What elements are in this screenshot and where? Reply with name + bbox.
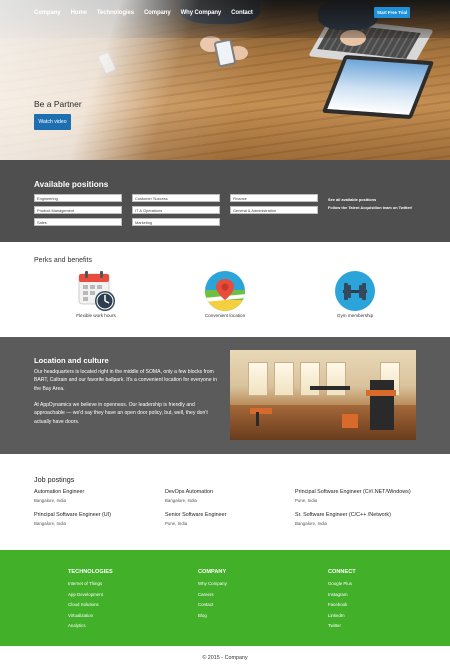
footer-link[interactable]: Blog <box>198 611 227 622</box>
nav-link-company-logo[interactable]: Company <box>34 10 61 16</box>
footer-column-company: COMPANY Why Company Careers Contact Blog <box>198 569 227 621</box>
job-location: Bangalore, India <box>165 498 197 503</box>
job-title[interactable]: Senior Software Engineer <box>165 512 295 518</box>
perk-label-gym-membership: Gym membership <box>336 313 374 318</box>
hero-title: Be a Partner <box>34 99 82 109</box>
position-finance[interactable]: Finance <box>230 194 318 202</box>
window <box>300 362 320 396</box>
footer-column-technologies: TECHNOLOGIES Internet of Things App Deve… <box>68 569 113 632</box>
footer-link[interactable]: Internet of Things <box>68 579 113 590</box>
location-paragraph-1: Our headquarters is located right in the… <box>34 369 217 392</box>
gym-equipment <box>342 414 358 428</box>
footer-link[interactable]: Contact <box>198 600 227 611</box>
gym-machine-seat <box>366 390 396 396</box>
watch-video-button[interactable]: Watch video <box>34 114 71 130</box>
job-location: Bangalore, India <box>34 498 66 503</box>
location-paragraph-2: At AppDynamics we believe in openness. O… <box>34 402 208 425</box>
job-posting[interactable]: Sr. Software Engineer (C/C++ /Network) B… <box>295 512 425 526</box>
nav-link-technologies[interactable]: Technologies <box>97 10 134 16</box>
footer-link[interactable]: Twitter <box>328 621 356 632</box>
footer: TECHNOLOGIES Internet of Things App Deve… <box>0 550 450 646</box>
window <box>326 362 346 396</box>
job-title[interactable]: Automation Engineer <box>34 489 164 495</box>
footer-link[interactable]: LinkedIn <box>328 611 356 622</box>
job-title[interactable]: Principal Software Engineer (UI) <box>34 512 164 518</box>
position-engineering[interactable]: Engineering <box>34 194 122 202</box>
footer-link[interactable]: Facebook <box>328 600 356 611</box>
footer-link[interactable]: Google Plus <box>328 579 356 590</box>
footer-link[interactable]: Virtualization <box>68 611 113 622</box>
positions-title: Available positions <box>34 180 109 189</box>
weight-rack <box>310 386 350 390</box>
see-all-positions-link[interactable]: See all available positions <box>328 196 412 204</box>
jobs-title: Job postings <box>34 475 75 484</box>
window <box>248 362 268 396</box>
job-posting[interactable]: Senior Software Engineer Pune, India <box>165 512 295 526</box>
job-location: Pune, India <box>165 521 188 526</box>
positions-links: See all available positions Follow the T… <box>328 196 412 212</box>
nav-link-contact[interactable]: Contact <box>231 10 253 16</box>
twitter-follow-link[interactable]: Follow the Talent Acquisition team on Tw… <box>328 204 412 212</box>
location-section: Location and culture Our headquarters is… <box>0 337 450 454</box>
footer-link[interactable]: Why Company <box>198 579 227 590</box>
gym-bench-leg <box>256 412 259 426</box>
perk-label-convenient-location: Convenient location <box>204 313 246 318</box>
job-posting[interactable]: Principal Software Engineer (UI) Bangalo… <box>34 512 164 526</box>
location-title: Location and culture <box>34 356 109 365</box>
footer-link[interactable]: Analytics <box>68 621 113 632</box>
perks-title: Perks and benefits <box>34 257 92 264</box>
dumbbell-icon <box>334 270 376 312</box>
gym-machine <box>370 380 394 430</box>
positions-section: Available positions Engineering Customer… <box>0 160 450 242</box>
job-location: Bangalore, India <box>34 521 66 526</box>
job-location: Bangalore, India <box>295 521 327 526</box>
position-customer-success[interactable]: Customer Success <box>132 194 220 202</box>
position-product-management[interactable]: Product Management <box>34 206 122 214</box>
office-gym-photo <box>230 350 416 440</box>
window <box>274 362 294 396</box>
footer-link[interactable]: Careers <box>198 590 227 601</box>
job-posting[interactable]: Automation Engineer Bangalore, India <box>34 489 164 503</box>
footer-link[interactable]: Instagram <box>328 590 356 601</box>
job-posting[interactable]: DevOps Automation Bangalore, India <box>165 489 295 503</box>
location-pin-icon <box>204 270 246 312</box>
footer-heading: CONNECT <box>328 569 356 575</box>
nav-link-home[interactable]: Home <box>71 10 87 16</box>
calendar-clock-icon <box>76 270 118 312</box>
job-title[interactable]: Sr. Software Engineer (C/C++ /Network) <box>295 512 425 518</box>
nav-links: Company Home Technologies Company Why Co… <box>34 10 263 16</box>
job-location: Pune, India <box>295 498 318 503</box>
top-nav: Company Home Technologies Company Why Co… <box>0 0 450 28</box>
footer-link[interactable]: Cloud Solutions <box>68 600 113 611</box>
footer-link[interactable]: App Development <box>68 590 113 601</box>
job-title[interactable]: DevOps Automation <box>165 489 295 495</box>
nav-link-company[interactable]: Company <box>144 10 171 16</box>
position-sales[interactable]: Sales <box>34 218 122 226</box>
footer-heading: COMPANY <box>198 569 227 575</box>
nav-link-why-company[interactable]: Why Company <box>181 10 222 16</box>
start-free-trial-button[interactable]: Start Free Trial <box>374 7 410 18</box>
position-marketing[interactable]: Marketing <box>132 218 220 226</box>
position-it-operations[interactable]: IT & Operations <box>132 206 220 214</box>
gym-bench <box>250 408 272 414</box>
job-posting[interactable]: Principal Software Engineer (C#/.NET/Win… <box>295 489 425 503</box>
job-title[interactable]: Principal Software Engineer (C#/.NET/Win… <box>295 489 425 495</box>
footer-column-connect: CONNECT Google Plus Instagram Facebook L… <box>328 569 356 632</box>
copyright-text: © 2015 - Company <box>202 655 248 661</box>
perk-label-flexible-hours: Flexible work hours <box>76 313 116 318</box>
footer-heading: TECHNOLOGIES <box>68 569 113 575</box>
position-general-administration[interactable]: General & Administration <box>230 206 318 214</box>
